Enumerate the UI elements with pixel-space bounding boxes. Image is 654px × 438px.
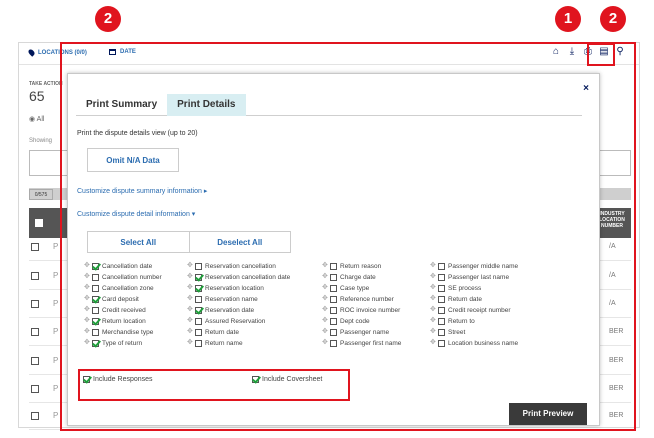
annotation-box-include-options: [78, 369, 350, 401]
row-letter: P: [53, 271, 59, 280]
select-all-checkbox[interactable]: [35, 219, 43, 227]
location-pin-icon: [27, 48, 36, 57]
radio-all[interactable]: ◉ All: [29, 115, 44, 123]
row-letter: P: [53, 356, 59, 365]
row-letter: P: [53, 327, 59, 336]
annotation-badge-left: 2: [95, 6, 121, 32]
row-checkbox[interactable]: [31, 300, 39, 308]
row-count: 0/575: [29, 189, 53, 200]
take-action-label: TAKE ACTION: [29, 81, 63, 87]
screenshot-root: LOCATIONS (0/0) DATE ⌂ ⤓ ⎙ ▤ ⚲ TAKE ACTI…: [0, 0, 654, 438]
row-checkbox[interactable]: [31, 385, 39, 393]
row-letter: P: [53, 411, 59, 420]
row-checkbox[interactable]: [31, 272, 39, 280]
showing-label: Showing: [29, 138, 53, 144]
take-action-count: 65: [29, 88, 45, 104]
row-letter: P: [53, 384, 59, 393]
annotation-badge-print: 1: [555, 6, 581, 32]
row-checkbox[interactable]: [31, 412, 39, 420]
row-letter: P: [53, 242, 59, 251]
row-checkbox[interactable]: [31, 243, 39, 251]
row-letter: P: [53, 299, 59, 308]
radio-all-label: All: [36, 116, 45, 123]
row-checkbox[interactable]: [31, 328, 39, 336]
row-checkbox[interactable]: [31, 357, 39, 365]
annotation-badge-right: 2: [600, 6, 626, 32]
annotation-box-document-icon: [587, 43, 615, 66]
